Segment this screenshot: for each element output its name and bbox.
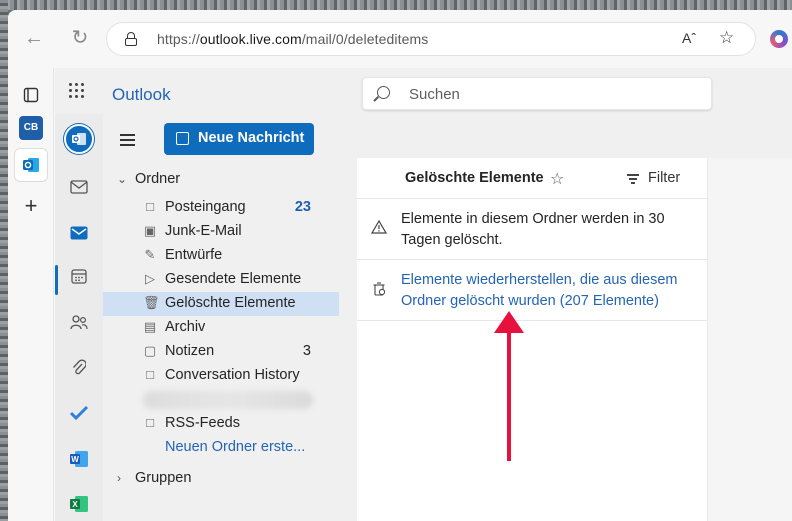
folder-item-conversation-history[interactable]: □ Conversation History [103, 364, 339, 388]
browser-toolbar: ← ↻ https://outlook.live.com/mail/0/dele… [8, 10, 792, 68]
folder-label: Notizen [165, 343, 215, 359]
recover-deleted-items-link[interactable]: Elemente wiederherstellen, die aus diese… [401, 270, 696, 311]
folder-icon: □ [146, 415, 154, 430]
hamburger-menu-icon[interactable] [120, 134, 135, 146]
attachment-icon[interactable] [67, 359, 91, 383]
chevron-down-icon: ⌄ [117, 172, 128, 186]
svg-text:W: W [71, 455, 79, 464]
address-bar[interactable]: https://outlook.live.com/mail/0/deletedi… [106, 22, 756, 56]
folder-label: Gelöschte Elemente [165, 295, 296, 311]
new-message-label: Neue Nachricht [198, 130, 305, 146]
refresh-icon[interactable]: ↻ [68, 26, 92, 50]
word-icon[interactable]: W [67, 450, 91, 474]
app-rail: W X [55, 114, 103, 521]
junk-icon: ▣ [143, 223, 157, 238]
url-scheme: https:// [157, 31, 200, 47]
people-icon[interactable] [67, 314, 91, 338]
copilot-icon[interactable] [770, 30, 788, 48]
todo-icon[interactable] [67, 405, 91, 429]
new-folder-label: Neuen Ordner erste... [165, 439, 306, 455]
excel-icon[interactable]: X [67, 495, 91, 519]
svg-text:X: X [72, 500, 78, 509]
folder-label: Entwürfe [165, 247, 223, 263]
search-icon [377, 86, 390, 99]
message-list-header: Gelöschte Elemente ☆ Filter [357, 158, 707, 199]
unread-count: 23 [294, 199, 311, 215]
folder-item-archive[interactable]: ▤ Archiv [103, 316, 339, 340]
folder-item-inbox[interactable]: □ Posteingang 23 [103, 196, 339, 220]
folder-item-rss[interactable]: □ RSS-Feeds [103, 412, 339, 436]
app-title[interactable]: Outlook [112, 85, 171, 105]
favorite-star-icon[interactable]: ☆ [550, 169, 564, 189]
url-path: /mail/0/deleteditems [301, 31, 429, 47]
app-launcher-icon[interactable] [69, 83, 85, 99]
rail-active-indicator [55, 265, 58, 295]
folder-item-deleted[interactable]: 🗑 Gelöschte Elemente [103, 292, 339, 316]
desktop-background-left [0, 0, 8, 521]
warning-icon [370, 219, 388, 236]
draft-icon: ✎ [144, 247, 156, 262]
reading-pane [707, 158, 792, 521]
folders-section-label: Ordner [135, 171, 181, 187]
tab-actions-icon[interactable] [19, 83, 43, 107]
folder-item-junk[interactable]: ▣ Junk-E-Mail [103, 220, 339, 244]
note-icon: ▢ [143, 343, 157, 358]
folder-label: Junk-E-Mail [165, 223, 242, 239]
folder-label: Archiv [165, 319, 206, 335]
folder-title: Gelöschte Elemente [405, 170, 544, 186]
folder-item-sent[interactable]: ▷ Gesendete Elemente [103, 268, 339, 292]
outlook-tab-icon[interactable] [14, 148, 48, 182]
archive-icon: ▤ [143, 319, 157, 334]
retention-info-text: Elemente in diesem Ordner werden in 30 T… [401, 211, 665, 248]
folder-item-notes[interactable]: ▢ Notizen 3 [103, 340, 339, 364]
desktop-background-top [0, 0, 792, 10]
compose-icon [176, 132, 189, 145]
folder-label: Gesendete Elemente [165, 271, 302, 287]
groups-section-header[interactable]: › Gruppen [117, 470, 191, 486]
app-header: Outlook Suchen [55, 68, 792, 114]
search-placeholder: Suchen [409, 86, 460, 103]
add-icon[interactable]: + [19, 194, 43, 218]
chevron-right-icon: › [117, 471, 121, 485]
lock-icon[interactable] [125, 32, 137, 46]
inbox-icon: □ [146, 199, 154, 214]
folders-section-header[interactable]: ⌄ Ordner [117, 171, 180, 187]
new-folder-link[interactable]: Neuen Ordner erste... [103, 436, 339, 460]
add-favorite-icon[interactable]: ☆ [719, 28, 734, 48]
collections-app-icon[interactable]: CB [19, 116, 43, 140]
search-box[interactable]: Suchen [362, 77, 712, 110]
blurred-folder-item [143, 391, 313, 409]
recover-items-row[interactable]: Elemente wiederherstellen, die aus diese… [357, 260, 707, 321]
folder-item-drafts[interactable]: ✎ Entwürfe [103, 244, 339, 268]
recover-trash-icon [371, 282, 387, 298]
account-avatar-icon[interactable] [64, 124, 94, 154]
folder-label: Conversation History [165, 367, 300, 383]
retention-info-row: Elemente in diesem Ordner werden in 30 T… [357, 199, 707, 260]
folder-label: Posteingang [165, 199, 246, 215]
outlook-app: Outlook Suchen W X Neue Nachricht ⌄ Ordn… [55, 68, 792, 521]
new-mail-rail-icon[interactable] [67, 178, 91, 202]
back-arrow-icon[interactable]: ← [22, 26, 46, 50]
url-text[interactable]: https://outlook.live.com/mail/0/deletedi… [157, 31, 428, 47]
groups-section-label: Gruppen [135, 470, 192, 486]
url-host: outlook.live.com [199, 31, 302, 47]
item-count: 3 [302, 343, 311, 359]
filter-button[interactable]: Filter [648, 170, 680, 186]
message-list: Gelöschte Elemente ☆ Filter Elemente in … [357, 158, 707, 521]
edge-sidebar: CB + [8, 68, 54, 521]
folder-label: RSS-Feeds [165, 415, 240, 431]
calendar-icon[interactable] [67, 268, 91, 292]
folder-icon: □ [146, 367, 154, 382]
new-message-button[interactable]: Neue Nachricht [164, 123, 314, 155]
trash-icon: 🗑 [143, 295, 160, 310]
sent-icon: ▷ [145, 271, 155, 286]
read-aloud-icon[interactable]: Aˆ [682, 30, 696, 46]
folder-pane: Neue Nachricht ⌄ Ordner □ Posteingang 23 … [103, 114, 357, 521]
mail-icon[interactable] [67, 224, 91, 248]
browser-window: ← ↻ https://outlook.live.com/mail/0/dele… [8, 10, 792, 521]
